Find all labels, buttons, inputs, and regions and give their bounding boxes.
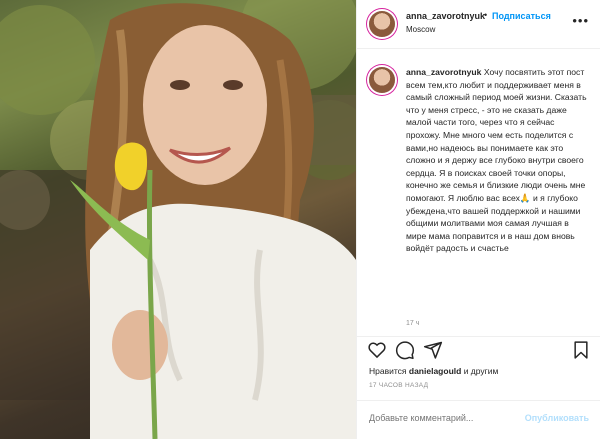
likes-user-link[interactable]: danielagould (409, 366, 461, 376)
share-icon[interactable] (423, 340, 443, 360)
location-link[interactable]: Moscow (406, 25, 435, 34)
comment-bar: Опубликовать (357, 400, 600, 440)
post-side-panel: anna_zavorotnyuk • Подписаться Moscow ••… (356, 0, 600, 439)
caption-username[interactable]: anna_zavorotnyuk (406, 67, 481, 77)
publish-button[interactable]: Опубликовать (525, 413, 589, 423)
likes-suffix[interactable]: и другим (464, 366, 499, 376)
likes-line: Нравится danielagould и другим (369, 366, 498, 376)
post-photo[interactable] (0, 0, 356, 439)
likes-prefix: Нравится (369, 366, 407, 376)
separator-dot: • (484, 10, 488, 20)
heart-icon[interactable] (367, 340, 387, 360)
username-link[interactable]: anna_zavorotnyuk (406, 11, 485, 21)
comment-icon[interactable] (395, 340, 415, 360)
caption-time: 17 ч (406, 320, 420, 327)
post-header: anna_zavorotnyuk • Подписаться Moscow ••… (357, 0, 600, 49)
caption-avatar[interactable] (369, 67, 395, 93)
follow-button[interactable]: Подписаться (492, 11, 551, 21)
avatar[interactable] (369, 11, 395, 37)
bookmark-icon[interactable] (571, 340, 591, 360)
caption-area: anna_zavorotnyuk Хочу посвятить этот пос… (357, 48, 600, 336)
more-options-icon[interactable]: ••• (572, 13, 589, 28)
actions-bar (357, 336, 600, 365)
instagram-post: anna_zavorotnyuk • Подписаться Moscow ••… (0, 0, 600, 439)
caption-text: Хочу посвятить этот пост всем тем,кто лю… (406, 67, 587, 254)
photo-illustration (0, 0, 356, 439)
caption: anna_zavorotnyuk Хочу посвятить этот пос… (406, 66, 591, 255)
post-timestamp[interactable]: 17 ЧАСОВ НАЗАД (369, 382, 428, 389)
comment-input[interactable] (369, 413, 529, 423)
